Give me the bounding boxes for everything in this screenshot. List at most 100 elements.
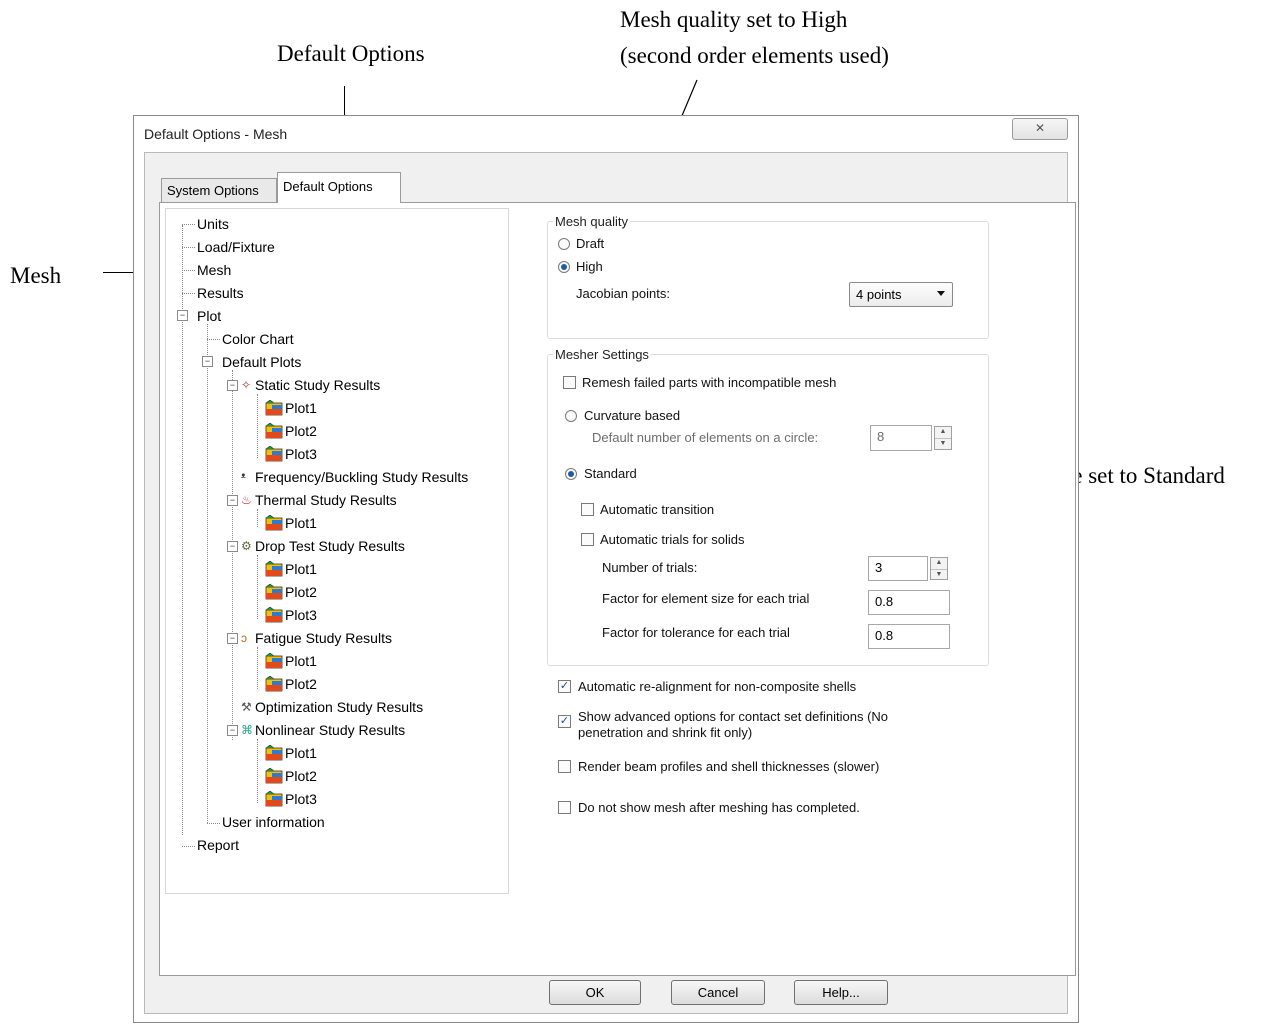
tree-item-fatigue-plot2[interactable]: Plot2 <box>285 675 317 693</box>
fatigue-expander[interactable]: − <box>227 633 238 644</box>
factor-size-label: Factor for element size for each trial <box>602 591 810 606</box>
tree-item-results[interactable]: Results <box>197 284 244 302</box>
jacobian-label: Jacobian points: <box>576 286 670 301</box>
advanced-options-label-line1: Show advanced options for contact set de… <box>578 709 889 724</box>
mesh-quality-legend: Mesh quality <box>553 214 630 229</box>
tree-item-drop-test-study-results[interactable]: Drop Test Study Results <box>255 537 405 555</box>
tree-item-color-chart[interactable]: Color Chart <box>222 330 294 348</box>
default-elements-label: Default number of elements on a circle: <box>592 430 819 445</box>
thermal-expander[interactable]: − <box>227 495 238 506</box>
default-plots-expander[interactable]: − <box>202 356 213 367</box>
curvature-radio[interactable] <box>565 410 577 422</box>
factor-tol-value: 0.8 <box>875 628 894 643</box>
close-icon: ✕ <box>1034 121 1046 135</box>
tree-line-static <box>257 394 258 458</box>
tree-item-units[interactable]: Units <box>197 215 229 233</box>
tree-line-fatigue <box>257 647 258 689</box>
advanced-options-label-line2: penetration and shrink fit only) <box>578 725 753 740</box>
tab-system-options[interactable]: System Options <box>161 178 277 202</box>
plot-icon <box>265 744 283 761</box>
tree-item-drop-plot1[interactable]: Plot1 <box>285 560 317 578</box>
close-button[interactable]: ✕ <box>1012 118 1068 140</box>
plot-icon <box>265 560 283 577</box>
tree-line-drop <box>257 555 258 619</box>
advanced-options-checkbox[interactable]: ✓ <box>558 715 571 728</box>
annotation-default-options: Default Options <box>277 41 425 66</box>
factor-size-field[interactable]: 0.8 <box>868 590 950 615</box>
standard-label: Standard <box>584 466 637 481</box>
factor-tol-field[interactable]: 0.8 <box>868 624 950 649</box>
static-expander[interactable]: − <box>227 380 238 391</box>
default-elements-stepper[interactable]: ▲ ▼ <box>934 426 952 450</box>
tree-item-static-plot1[interactable]: Plot1 <box>285 399 317 417</box>
tree-item-nonlinear-plot1[interactable]: Plot1 <box>285 744 317 762</box>
num-trials-stepper[interactable]: ▲ ▼ <box>930 557 948 580</box>
curvature-label: Curvature based <box>584 408 681 423</box>
help-button[interactable]: Help... <box>794 980 888 1005</box>
tree-item-default-plots[interactable]: Default Plots <box>222 353 301 371</box>
factor-size-value: 0.8 <box>875 594 894 609</box>
tree-item-drop-plot3[interactable]: Plot3 <box>285 606 317 624</box>
auto-trials-checkbox[interactable] <box>581 533 594 546</box>
standard-radio[interactable] <box>565 468 577 480</box>
ok-button[interactable]: OK <box>549 980 641 1005</box>
title-bar: Default Options - Mesh ✕ <box>134 116 1078 152</box>
auto-trials-label: Automatic trials for solids <box>600 532 745 547</box>
cancel-button[interactable]: Cancel <box>671 980 765 1005</box>
drop-expander[interactable]: − <box>227 541 238 552</box>
tree-item-report[interactable]: Report <box>197 836 239 854</box>
default-elements-field[interactable]: 8 <box>870 425 932 451</box>
default-elements-value: 8 <box>877 429 885 444</box>
plot-icon <box>265 767 283 784</box>
mesher-settings-legend: Mesher Settings <box>553 347 651 362</box>
plot-icon <box>265 583 283 600</box>
no-mesh-label: Do not show mesh after meshing has compl… <box>578 800 860 815</box>
tree-item-thermal-plot1[interactable]: Plot1 <box>285 514 317 532</box>
render-beam-checkbox[interactable] <box>558 760 571 773</box>
tree-item-static-plot3[interactable]: Plot3 <box>285 445 317 463</box>
no-mesh-checkbox[interactable] <box>558 801 571 814</box>
tab-default-options[interactable]: Default Options <box>277 172 401 203</box>
remesh-checkbox[interactable] <box>563 376 576 389</box>
tree-item-nonlinear-plot2[interactable]: Plot2 <box>285 767 317 785</box>
nonlinear-expander[interactable]: − <box>227 725 238 736</box>
tree-branch <box>182 293 195 294</box>
tree-item-optimization-study-results[interactable]: Optimization Study Results <box>255 698 423 716</box>
tree-item-static-plot2[interactable]: Plot2 <box>285 422 317 440</box>
tree-item-nonlinear-plot3[interactable]: Plot3 <box>285 790 317 808</box>
plot-icon <box>265 399 283 416</box>
draft-label: Draft <box>576 236 605 251</box>
high-radio[interactable] <box>558 261 570 273</box>
tree-item-fatigue-study-results[interactable]: Fatigue Study Results <box>255 629 392 647</box>
fatigue-study-icon: ↄ <box>241 631 247 645</box>
dialog-window: Default Options - Mesh ✕ System Options … <box>133 115 1079 1023</box>
tree-item-nonlinear-study-results[interactable]: Nonlinear Study Results <box>255 721 405 739</box>
plot-icon <box>265 675 283 692</box>
tree-item-mesh[interactable]: Mesh <box>197 261 231 279</box>
num-trials-label: Number of trials: <box>602 560 698 575</box>
frequency-study-icon: ᵜ <box>241 470 246 484</box>
tree-branch <box>182 270 195 271</box>
jacobian-select[interactable]: 4 points <box>849 282 953 307</box>
tree-item-static-study-results[interactable]: Static Study Results <box>255 376 380 394</box>
tree-item-user-information[interactable]: User information <box>222 813 325 831</box>
tree-item-frequency-buckling-study-results[interactable]: Frequency/Buckling Study Results <box>255 468 468 486</box>
tree-item-drop-plot2[interactable]: Plot2 <box>285 583 317 601</box>
tree-item-fatigue-plot1[interactable]: Plot1 <box>285 652 317 670</box>
annotation-mesh-quality-line1: Mesh quality set to High <box>620 7 848 32</box>
jacobian-value: 4 points <box>856 287 902 302</box>
tree-item-thermal-study-results[interactable]: Thermal Study Results <box>255 491 397 509</box>
num-trials-field[interactable]: 3 <box>868 556 928 581</box>
optimization-study-icon: ⚒ <box>241 700 252 714</box>
plot-expander[interactable]: − <box>177 310 188 321</box>
num-trials-value: 3 <box>875 560 883 575</box>
realign-checkbox[interactable]: ✓ <box>558 680 571 693</box>
draft-radio[interactable] <box>558 238 570 250</box>
tree-item-plot[interactable]: Plot <box>197 307 221 325</box>
mesh-quality-group <box>547 221 989 339</box>
auto-transition-checkbox[interactable] <box>581 503 594 516</box>
annotation-mesh: Mesh <box>10 263 62 288</box>
tree-line-thermal <box>257 509 258 527</box>
static-study-icon: ✧ <box>241 378 252 392</box>
tree-item-load-fixture[interactable]: Load/Fixture <box>197 238 275 256</box>
